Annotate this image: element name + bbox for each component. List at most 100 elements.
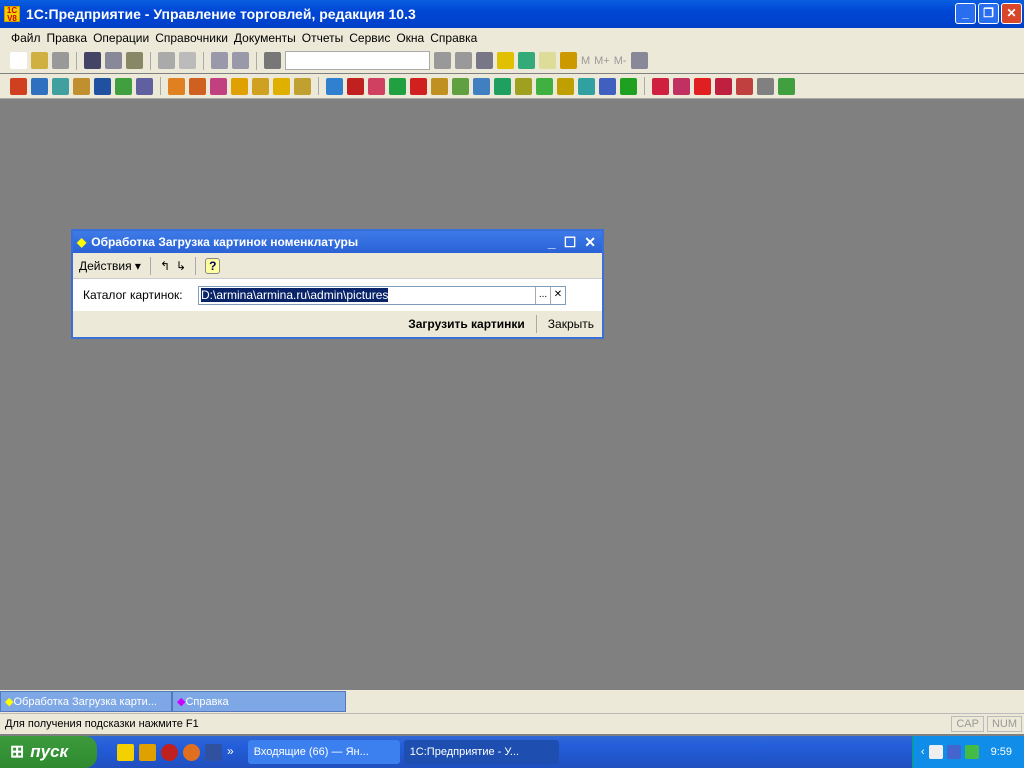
menu-item-8[interactable]: Справка (427, 31, 480, 45)
toolbar-action-icon-13[interactable] (294, 77, 311, 95)
undo-icon[interactable] (211, 52, 228, 69)
catalog-input[interactable]: D:\armina\armina.ru\admin\pictures ... ✕ (198, 285, 566, 305)
tools-icon[interactable] (630, 52, 648, 69)
app-icon[interactable] (205, 743, 222, 761)
windows-icon[interactable] (476, 52, 493, 69)
toolbar-action-icon-22[interactable] (494, 77, 511, 95)
actions-menu-button[interactable]: Действия ▾ (79, 259, 141, 273)
toolbar-action-icon-25[interactable] (557, 77, 574, 95)
toolbar-action-icon-5[interactable] (115, 77, 132, 95)
memory-button-1[interactable]: M+ (594, 55, 610, 67)
search-combo[interactable] (285, 51, 430, 70)
close-dialog-button[interactable]: Закрыть (548, 317, 594, 331)
icq-icon[interactable] (139, 743, 156, 761)
save-icon[interactable] (52, 52, 69, 69)
toolbar-action-icon-11[interactable] (252, 77, 269, 95)
toolbar-action-icon-18[interactable] (410, 77, 427, 95)
toolbar-action-icon-19[interactable] (431, 77, 448, 95)
toolbar-action-icon-35[interactable] (778, 77, 795, 95)
toolbar-action-icon-32[interactable] (715, 77, 732, 95)
toolbar-action-icon-15[interactable] (347, 77, 364, 95)
dialog-close-button[interactable]: ✕ (584, 234, 596, 251)
toolbar-action-icon-2[interactable] (52, 77, 69, 95)
toolbar-action-icon-34[interactable] (757, 77, 774, 95)
toolbar-action-icon-21[interactable] (473, 77, 490, 95)
taskbar-mail[interactable]: Входящие (66) — Ян... (247, 740, 400, 764)
toolbar-action-icon-27[interactable] (599, 77, 616, 95)
toolbar-action-icon-3[interactable] (73, 77, 90, 95)
toolbar-action-icon-26[interactable] (578, 77, 595, 95)
help-icon[interactable] (497, 52, 514, 69)
toolbar-action-icon-30[interactable] (673, 77, 690, 95)
toolbar-action-icon-29[interactable] (652, 77, 669, 95)
browse-button[interactable]: ... (535, 286, 550, 304)
taskbar-1c[interactable]: 1С:Предприятие - У... (403, 740, 559, 764)
copy-icon[interactable] (105, 52, 122, 69)
menu-item-3[interactable]: Справочники (152, 31, 231, 45)
toolbar-action-icon-24[interactable] (536, 77, 553, 95)
toolbar-action-icon-16[interactable] (368, 77, 385, 95)
calculator-icon[interactable] (518, 52, 535, 69)
dialog-maximize-button[interactable]: ☐ (564, 234, 577, 251)
toolbar-action-icon-31[interactable] (694, 77, 711, 95)
save-values-icon[interactable]: ↳ (176, 259, 186, 273)
opera-icon[interactable] (161, 743, 178, 761)
find-prev-icon[interactable] (455, 52, 472, 69)
toolbar-action-icon-17[interactable] (389, 77, 406, 95)
toolbar-action-icon-9[interactable] (210, 77, 227, 95)
catalog-label: Каталог картинок: (83, 288, 183, 302)
toolbar-action-icon-33[interactable] (736, 77, 753, 95)
restore-values-icon[interactable]: ↰ (160, 259, 170, 273)
window-tab-processing[interactable]: ◆ Обработка Загрузка карти... (0, 691, 172, 712)
window-tab-help[interactable]: ◆ Справка (172, 691, 346, 712)
menu-item-6[interactable]: Сервис (346, 31, 393, 45)
help-icon[interactable]: ? (205, 257, 221, 274)
redo-icon[interactable] (232, 52, 249, 69)
mail-tray-icon[interactable] (928, 745, 943, 759)
load-pictures-button[interactable]: Загрузить картинки (408, 317, 525, 331)
1c-quicklaunch-icon[interactable] (117, 743, 134, 761)
menu-item-7[interactable]: Окна (393, 31, 427, 45)
open-icon[interactable] (31, 52, 48, 69)
calendar-icon[interactable] (539, 52, 556, 69)
journal-icon[interactable] (560, 52, 577, 69)
toolbar-action-icon-14[interactable] (326, 77, 343, 95)
toolbar-action-icon-12[interactable] (273, 77, 290, 95)
menu-item-2[interactable]: Операции (90, 31, 152, 45)
toolbar-action-icon-28[interactable] (620, 77, 637, 95)
paste-icon[interactable] (126, 52, 143, 69)
menu-item-1[interactable]: Правка (44, 31, 91, 45)
toolbar-action-icon-23[interactable] (515, 77, 532, 95)
preview-icon[interactable] (179, 52, 196, 69)
close-button[interactable]: ✕ (1001, 3, 1022, 24)
memory-button-0[interactable]: M (581, 55, 590, 67)
find-icon[interactable] (264, 52, 281, 69)
minimize-button[interactable]: _ (955, 3, 976, 24)
find-next-icon[interactable] (434, 52, 451, 69)
more-icon[interactable]: » (227, 744, 234, 761)
cut-icon[interactable] (84, 52, 101, 69)
tray-expand-icon[interactable]: ‹ (921, 746, 925, 758)
toolbar-action-icon-1[interactable] (31, 77, 48, 95)
security-icon[interactable] (964, 745, 979, 759)
network-icon[interactable] (946, 745, 961, 759)
new-icon[interactable] (10, 52, 27, 69)
restore-button[interactable]: ❐ (978, 3, 999, 24)
print-icon[interactable] (158, 52, 175, 69)
toolbar-action-icon-4[interactable] (94, 77, 111, 95)
menu-item-0[interactable]: Файл (8, 31, 44, 45)
dialog-minimize-button[interactable]: _ (548, 234, 556, 251)
catalog-value[interactable]: D:\armina\armina.ru\admin\pictures (201, 288, 389, 302)
start-button[interactable]: ⊞ пуск (0, 736, 97, 768)
memory-button-2[interactable]: M- (614, 55, 627, 67)
toolbar-action-icon-7[interactable] (168, 77, 185, 95)
toolbar-action-icon-0[interactable] (10, 77, 27, 95)
toolbar-action-icon-6[interactable] (136, 77, 153, 95)
toolbar-action-icon-8[interactable] (189, 77, 206, 95)
firefox-icon[interactable] (183, 743, 200, 761)
menu-item-5[interactable]: Отчеты (299, 31, 346, 45)
toolbar-action-icon-20[interactable] (452, 77, 469, 95)
toolbar-action-icon-10[interactable] (231, 77, 248, 95)
menu-item-4[interactable]: Документы (231, 31, 299, 45)
clear-button[interactable]: ✕ (550, 286, 565, 304)
